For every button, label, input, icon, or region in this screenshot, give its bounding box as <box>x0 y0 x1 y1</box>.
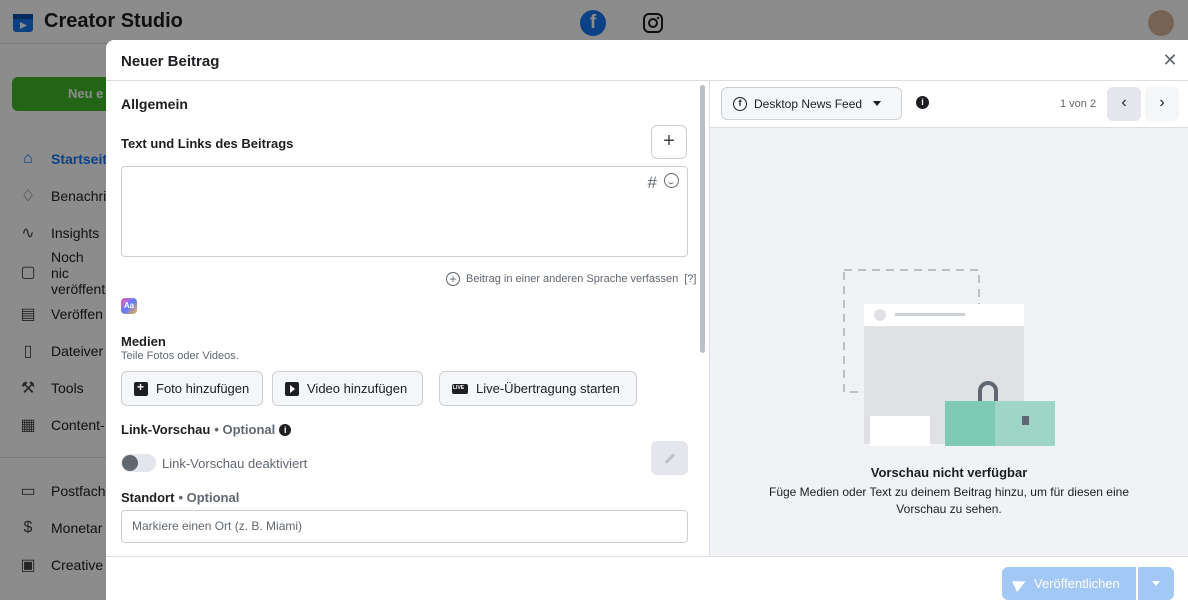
location-label: Standort <box>121 490 175 505</box>
start-live-button[interactable]: Live-Übertragung starten <box>439 371 637 406</box>
add-photo-button[interactable]: Foto hinzufügen <box>121 371 263 406</box>
modal-header: Neuer Beitrag ✕ <box>106 40 1188 81</box>
preview-unavailable-subtitle: Füge Medien oder Text zu deinem Beitrag … <box>769 485 1129 516</box>
link-preview-title: Link-Vorschau • Optional i <box>121 422 292 437</box>
info-icon[interactable]: i <box>279 423 292 436</box>
link-preview-toggle[interactable] <box>121 454 156 472</box>
preview-unavailable-illustration <box>843 269 1055 446</box>
chevron-left-icon[interactable]: ‹ <box>1107 87 1141 121</box>
other-language-link[interactable]: + Beitrag in einer anderen Sprache verfa… <box>446 272 696 286</box>
caret-down-icon <box>873 101 882 106</box>
post-editor-pane <box>106 81 709 556</box>
preview-unavailable-title: Vorschau nicht verfügbar <box>870 465 1028 480</box>
video-icon <box>285 381 299 396</box>
location-input[interactable]: Markiere einen Ort (z. B. Miami) <box>121 510 688 543</box>
post-text-label: Text und Links des Beitrags <box>121 136 294 151</box>
other-language-label: Beitrag in einer anderen Sprache verfass… <box>466 273 679 285</box>
send-icon <box>1012 575 1028 592</box>
publish-options-button[interactable] <box>1138 567 1174 600</box>
text-format-icon[interactable]: Aa <box>121 298 137 314</box>
section-general-title: Allgemein <box>121 96 188 112</box>
live-icon <box>452 383 468 394</box>
modal-footer: Veröffentlichen <box>106 556 1188 600</box>
modal-title: Neuer Beitrag <box>121 53 220 70</box>
preview-pager: 1 von 2 <box>1060 98 1097 110</box>
hashtag-icon[interactable]: # <box>648 173 657 193</box>
add-video-label: Video hinzufügen <box>307 381 408 396</box>
post-text-input[interactable]: # <box>121 166 688 257</box>
optional-label: • Optional <box>214 422 276 437</box>
preview-toolbar: f Desktop News Feed i 1 von 2 ‹ › <box>710 81 1188 128</box>
emoji-icon[interactable] <box>664 173 679 188</box>
editor-scrollbar[interactable] <box>700 85 705 353</box>
add-circle-icon: + <box>446 272 460 286</box>
facebook-icon: f <box>733 96 747 111</box>
info-icon[interactable]: i <box>916 96 929 109</box>
edit-link-preview-button[interactable] <box>651 441 688 475</box>
photo-add-icon <box>134 380 148 396</box>
preview-pane: f Desktop News Feed i 1 von 2 ‹ › Vorsch… <box>710 81 1188 556</box>
close-icon[interactable]: ✕ <box>1160 50 1180 70</box>
location-title: Standort • Optional <box>121 490 239 505</box>
link-preview-label: Link-Vorschau <box>121 422 211 437</box>
media-subtitle: Teile Fotos oder Videos. <box>121 350 239 362</box>
media-title: Medien <box>121 334 166 349</box>
help-link[interactable]: [?] <box>684 273 696 285</box>
add-link-button[interactable]: + <box>651 125 687 159</box>
optional-label: • Optional <box>178 490 240 505</box>
feed-select-dropdown[interactable]: f Desktop News Feed <box>721 87 902 120</box>
link-preview-toggle-label: Link-Vorschau deaktiviert <box>162 456 308 471</box>
feed-select-label: Desktop News Feed <box>754 96 863 111</box>
publish-label: Veröffentlichen <box>1034 576 1120 591</box>
publish-button[interactable]: Veröffentlichen <box>1002 567 1136 600</box>
chevron-right-icon[interactable]: › <box>1145 87 1179 121</box>
start-live-label: Live-Übertragung starten <box>476 381 620 396</box>
add-video-button[interactable]: Video hinzufügen <box>272 371 423 406</box>
add-photo-label: Foto hinzufügen <box>156 381 250 396</box>
new-post-modal: Neuer Beitrag ✕ Allgemein Text und Links… <box>106 40 1188 600</box>
